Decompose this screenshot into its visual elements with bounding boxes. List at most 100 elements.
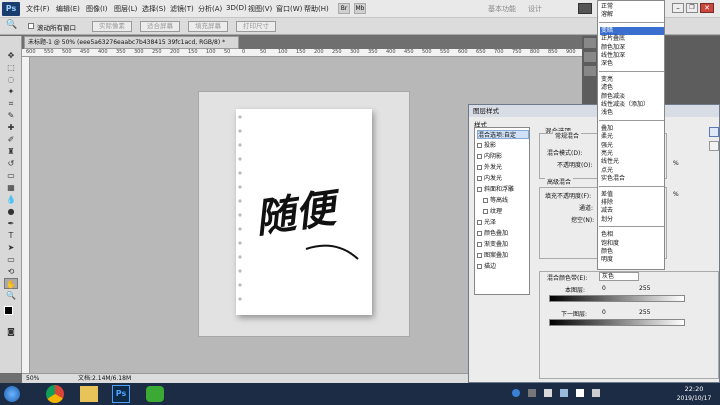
style-item[interactable]: 纹理: [483, 207, 535, 216]
foreground-color-swatch[interactable]: [4, 306, 13, 315]
blend-mode-option[interactable]: 点光: [600, 167, 664, 175]
style-item[interactable]: 斜面和浮雕: [477, 185, 529, 194]
path-select-icon[interactable]: ➤: [4, 242, 18, 253]
restore-button[interactable]: ❐: [686, 3, 698, 13]
clone-stamp-icon[interactable]: ♜: [4, 146, 18, 157]
zoom-tool-box-icon[interactable]: 🔍: [4, 290, 18, 301]
style-item[interactable]: 内阴影: [477, 152, 529, 161]
document-tab[interactable]: 未标题-1 @ 50% (eee5a63276eaabc7b438415 39f…: [24, 36, 239, 49]
start-button[interactable]: [4, 386, 20, 402]
tray-icon[interactable]: [560, 389, 568, 397]
blend-mode-option[interactable]: 柔光: [600, 133, 664, 141]
blend-mode-option[interactable]: 深色: [600, 60, 664, 68]
style-item[interactable]: 等高线: [483, 196, 535, 205]
workspace-essentials[interactable]: 基本功能: [488, 4, 516, 14]
mini-bridge-icon[interactable]: Mb: [354, 3, 366, 14]
style-checkbox[interactable]: [477, 187, 482, 192]
style-item[interactable]: 描边: [477, 262, 529, 271]
fit-screen-button[interactable]: 适合屏幕: [140, 21, 180, 32]
actual-pixels-button[interactable]: 实际像素: [92, 21, 132, 32]
blend-mode-option[interactable]: 排除: [600, 199, 664, 207]
move-tool-icon[interactable]: ✥: [4, 50, 18, 61]
scroll-all-checkbox[interactable]: [28, 23, 34, 29]
panel-icon[interactable]: [584, 52, 596, 62]
style-item[interactable]: 外发光: [477, 163, 529, 172]
style-item[interactable]: 内发光: [477, 174, 529, 183]
blend-mode-option[interactable]: 色相: [600, 231, 664, 239]
blend-mode-option[interactable]: 颜色: [600, 248, 664, 256]
blend-mode-option[interactable]: 实色混合: [600, 175, 664, 183]
volume-icon[interactable]: [592, 389, 600, 397]
style-item[interactable]: 渐变叠加: [477, 240, 529, 249]
brush-tool-icon[interactable]: ✐: [4, 134, 18, 145]
healing-brush-icon[interactable]: ✚: [4, 122, 18, 133]
menu-help[interactable]: 帮助(H): [304, 4, 329, 14]
panel-icon[interactable]: [584, 66, 596, 76]
style-checkbox[interactable]: [477, 231, 482, 236]
print-size-button[interactable]: 打印尺寸: [236, 21, 276, 32]
blend-mode-option[interactable]: 滤色: [600, 84, 664, 92]
menu-layer[interactable]: 图层(L): [114, 4, 137, 14]
type-tool-icon[interactable]: T: [4, 230, 18, 241]
menu-window[interactable]: 窗口(W): [276, 4, 302, 14]
tray-icon[interactable]: [528, 389, 536, 397]
under-layer-gradient-slider[interactable]: [549, 319, 685, 326]
tray-icon[interactable]: [544, 389, 552, 397]
style-item[interactable]: 混合选项:自定: [477, 130, 529, 139]
clock-time[interactable]: 22:20: [674, 385, 714, 393]
blend-mode-option[interactable]: 减去: [600, 207, 664, 215]
gradient-tool-icon[interactable]: ▦: [4, 182, 18, 193]
blend-mode-option[interactable]: 浅色: [600, 109, 664, 117]
blend-mode-option[interactable]: 饱和度: [600, 240, 664, 248]
close-button[interactable]: ✕: [700, 3, 714, 13]
history-brush-icon[interactable]: ↺: [4, 158, 18, 169]
menu-filter[interactable]: 滤镜(T): [170, 4, 194, 14]
blur-tool-icon[interactable]: 💧: [4, 194, 18, 205]
chrome-icon[interactable]: [46, 385, 64, 403]
blend-mode-option[interactable]: 差值: [600, 191, 664, 199]
shape-tool-icon[interactable]: ▭: [4, 254, 18, 265]
style-item[interactable]: 光泽: [477, 218, 529, 227]
fill-screen-button[interactable]: 填充屏幕: [188, 21, 228, 32]
blend-mode-option[interactable]: 强光: [600, 142, 664, 150]
menu-view[interactable]: 视图(V): [248, 4, 272, 14]
3d-rotate-icon[interactable]: ⟲: [4, 266, 18, 277]
style-checkbox[interactable]: [483, 198, 488, 203]
blend-mode-option[interactable]: 亮光: [600, 150, 664, 158]
eraser-tool-icon[interactable]: ▭: [4, 170, 18, 181]
eyedropper-icon[interactable]: ✎: [4, 110, 18, 121]
blend-mode-option[interactable]: 正常: [600, 3, 664, 11]
photoshop-taskbar-icon[interactable]: Ps: [112, 385, 130, 403]
this-layer-gradient-slider[interactable]: [549, 295, 685, 302]
magic-wand-icon[interactable]: ✦: [4, 86, 18, 97]
style-item[interactable]: 颜色叠加: [477, 229, 529, 238]
style-checkbox[interactable]: [477, 176, 482, 181]
blend-mode-option[interactable]: 线性加深: [600, 52, 664, 60]
wechat-icon[interactable]: [146, 386, 164, 402]
style-checkbox[interactable]: [477, 242, 482, 247]
style-checkbox[interactable]: [477, 264, 482, 269]
menu-file[interactable]: 文件(F): [26, 4, 50, 14]
quick-mask-icon[interactable]: ◙: [4, 326, 18, 337]
style-checkbox[interactable]: [477, 154, 482, 159]
menu-analysis[interactable]: 分析(A): [198, 4, 222, 14]
qq-icon[interactable]: [512, 389, 520, 397]
hand-tool-icon[interactable]: ✋: [4, 278, 18, 289]
clock-date[interactable]: 2019/10/17: [670, 395, 718, 402]
blend-mode-option[interactable]: 正片叠底: [600, 35, 664, 43]
blend-mode-option[interactable]: 颜色加深: [600, 44, 664, 52]
blend-mode-option[interactable]: 线性减淡（添加）: [600, 101, 664, 109]
minimize-button[interactable]: –: [672, 3, 684, 13]
style-checkbox[interactable]: [477, 143, 482, 148]
bridge-icon[interactable]: Br: [338, 3, 350, 14]
ok-button[interactable]: [709, 127, 719, 137]
menu-edit[interactable]: 编辑(E): [56, 4, 80, 14]
style-item[interactable]: 投影: [477, 141, 529, 150]
pen-tool-icon[interactable]: ✒: [4, 218, 18, 229]
explorer-icon[interactable]: [80, 386, 98, 402]
document-canvas[interactable]: 随便: [198, 91, 410, 337]
network-icon[interactable]: [576, 389, 584, 397]
menu-3d[interactable]: 3D(D): [226, 4, 247, 12]
blend-mode-option[interactable]: 溶解: [600, 11, 664, 19]
dodge-tool-icon[interactable]: ●: [4, 206, 18, 217]
